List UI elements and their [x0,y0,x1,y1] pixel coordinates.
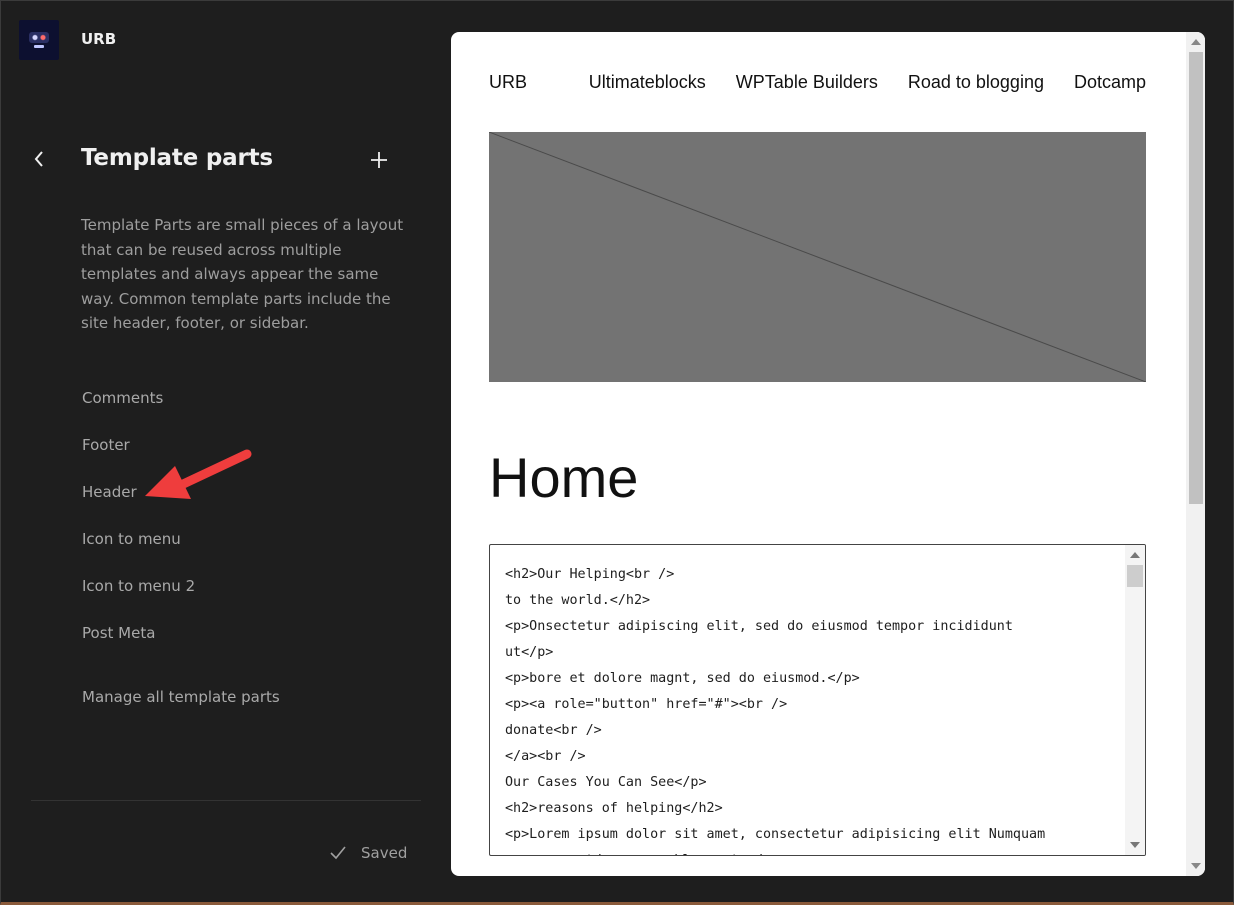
scroll-down-icon[interactable] [1191,863,1201,869]
chevron-left-icon [34,151,43,167]
back-button[interactable] [26,146,52,172]
plus-icon [371,152,387,168]
preview-site-title[interactable]: URB [489,72,527,93]
sidebar-divider [31,800,421,801]
template-part-item-icon-to-menu[interactable]: Icon to menu [82,527,195,574]
template-parts-list: Comments Footer Header Icon to menu Icon… [82,386,195,668]
code-line: <h2>reasons of helping</h2> [505,801,723,816]
code-line: </a><br /> [505,749,586,764]
preview-scroll-thumb[interactable] [1189,52,1203,504]
code-line: <p>Lorem ipsum dolor sit amet, consectet… [505,827,1046,842]
site-name[interactable]: URB [81,30,116,48]
scroll-up-icon[interactable] [1130,552,1140,558]
image-placeholder-icon[interactable] [489,132,1146,382]
preview-header: URB Ultimateblocks WPTable Builders Road… [489,72,1146,96]
panel-description: Template Parts are small pieces of a lay… [81,216,404,332]
site-editor-window: URB Template parts Template Parts are sm… [0,0,1234,905]
nav-link-wptable-builders[interactable]: WPTable Builders [736,72,878,93]
preview-navigation: Ultimateblocks WPTable Builders Road to … [589,72,1146,93]
scroll-down-icon[interactable] [1130,842,1140,848]
code-scrollbar[interactable] [1125,545,1145,855]
scroll-up-icon[interactable] [1191,39,1201,45]
code-line: Our Cases You Can See</p> [505,775,707,790]
red-arrow-icon [145,449,252,499]
code-lines: <h2>Our Helping<br /> to the world.</h2> <… [505,562,1115,855]
code-scroll-thumb[interactable] [1127,565,1143,587]
nav-link-road-to-blogging[interactable]: Road to blogging [908,72,1044,93]
nav-link-dotcamp[interactable]: Dotcamp [1074,72,1146,93]
code-line: to the world.</h2> [505,593,651,608]
saved-label: Saved [361,844,408,862]
page-title: Home [489,446,639,509]
code-line: <p>bore et dolore magnt, sed do eiusmod.… [505,671,860,686]
nav-link-ultimateblocks[interactable]: Ultimateblocks [589,72,706,93]
preview-scrollbar[interactable] [1186,32,1205,876]
site-preview-canvas[interactable]: URB Ultimateblocks WPTable Builders Road… [451,32,1205,876]
check-icon [330,846,346,860]
site-logo-icon[interactable] [19,20,59,60]
template-part-item-icon-to-menu-2[interactable]: Icon to menu 2 [82,574,195,621]
add-template-part-button[interactable] [366,147,392,173]
code-line: ut</p> [505,645,554,660]
saved-status: Saved [329,844,407,862]
panel-title: Template parts [81,145,273,171]
manage-all-template-parts-link[interactable]: Manage all template parts [82,688,280,706]
code-line: <h2>Our Helping<br /> [505,567,675,582]
html-code-block[interactable]: <h2>Our Helping<br /> to the world.</h2> <… [489,544,1146,856]
template-part-item-comments[interactable]: Comments [82,386,195,433]
code-line: donate<br /> [505,723,602,738]
code-line: <p><a role="button" href="#"><br /> [505,697,788,712]
template-part-item-post-meta[interactable]: Post Meta [82,621,195,668]
code-line: r td bl t / [505,848,1115,855]
code-line: <p>Onsectetur adipiscing elit, sed do ei… [505,619,1013,634]
